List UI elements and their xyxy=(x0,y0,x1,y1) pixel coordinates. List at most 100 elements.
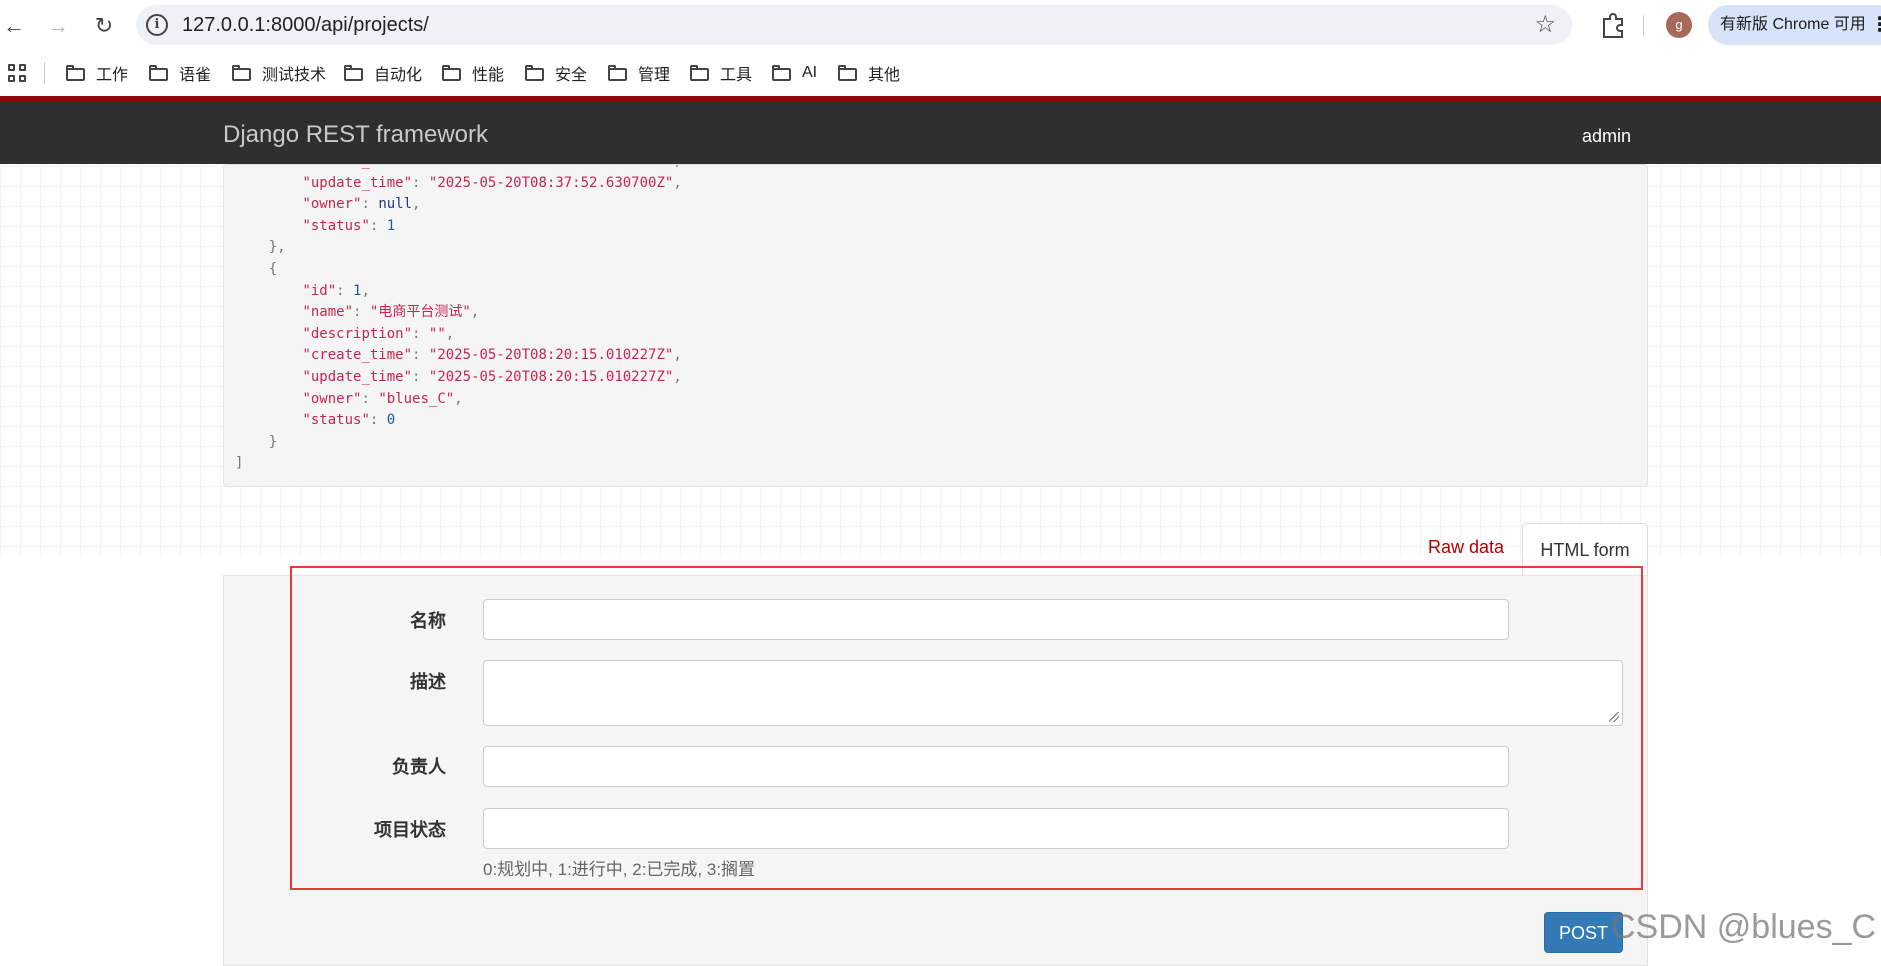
json-key: "owner" xyxy=(302,196,362,213)
owner-input[interactable] xyxy=(483,746,1509,787)
json-line: "owner": null, xyxy=(302,196,421,213)
folder-icon xyxy=(772,65,792,81)
json-line: "id": 1, xyxy=(302,282,370,299)
json-key: "description" xyxy=(302,325,413,342)
browser-toolbar: ← → ↻ i 127.0.0.1:8000/api/projects/ ☆ g… xyxy=(0,0,1881,50)
name-input[interactable] xyxy=(483,599,1509,640)
user-menu[interactable]: admin xyxy=(1582,126,1631,147)
folder-icon xyxy=(442,65,462,81)
json-punct: , xyxy=(454,390,463,407)
json-punct: } xyxy=(268,433,278,450)
back-arrow-icon[interactable]: ← xyxy=(0,12,28,40)
json-line: } xyxy=(235,432,682,454)
brand-link[interactable]: Django REST framework xyxy=(223,121,488,149)
json-key: "create_time" xyxy=(302,165,412,169)
json-line: "status": 0 xyxy=(302,412,396,429)
bookmark-folder[interactable]: 测试技术 xyxy=(232,60,326,86)
json-line: "description": "", xyxy=(302,325,455,342)
json-string: "blues_C" xyxy=(378,390,455,407)
json-punct: , xyxy=(673,165,681,169)
json-punct: } xyxy=(268,239,278,256)
extensions-icon[interactable] xyxy=(1598,10,1628,40)
json-punct: { xyxy=(268,260,278,277)
json-number: 1 xyxy=(386,217,396,234)
json-punct: , xyxy=(673,347,682,364)
page-content: Django REST framework admin "create_time… xyxy=(0,96,1881,966)
status-input[interactable] xyxy=(483,808,1509,849)
bookmarks-divider xyxy=(44,62,45,84)
json-string: "电商平台测试" xyxy=(369,304,471,321)
json-key: "status" xyxy=(302,412,370,429)
json-key: "update_time" xyxy=(302,174,413,191)
json-line: { xyxy=(235,259,682,281)
json-line: ] xyxy=(235,453,682,475)
json-string: "2025-05-20T08:37:52.630700Z" xyxy=(429,165,673,169)
json-string: "" xyxy=(428,325,446,342)
json-line: "owner": "blues_C", xyxy=(302,390,463,407)
folder-icon xyxy=(66,65,86,81)
name-label: 名称 xyxy=(410,611,446,631)
bookmarks-bar: 工作 语雀 测试技术 自动化 性能 安全 管理 工具 AI 其他 xyxy=(0,50,1881,96)
json-punct: , xyxy=(673,368,682,385)
json-key: "name" xyxy=(302,304,354,321)
folder-icon xyxy=(690,65,710,81)
watermark-text: CSDN @blues_C xyxy=(1611,908,1877,946)
bookmark-folder[interactable]: 其他 xyxy=(838,60,900,86)
address-bar[interactable]: i 127.0.0.1:8000/api/projects/ ☆ xyxy=(136,5,1572,45)
apps-grid-icon[interactable] xyxy=(8,64,26,82)
json-key: "owner" xyxy=(302,390,362,407)
json-punct: , xyxy=(445,325,455,342)
json-key: "update_time" xyxy=(302,368,413,385)
folder-icon xyxy=(525,65,545,81)
bookmark-folder[interactable]: 安全 xyxy=(525,60,587,86)
description-label: 描述 xyxy=(410,672,446,692)
status-label: 项目状态 xyxy=(374,820,446,840)
bookmark-folder[interactable]: 自动化 xyxy=(344,60,422,86)
json-line: "status": 1 xyxy=(302,217,396,234)
json-string: "2025-05-20T08:37:52.630700Z" xyxy=(428,174,674,191)
bookmark-folder[interactable]: 工具 xyxy=(690,60,752,86)
drf-navbar: Django REST framework admin xyxy=(0,96,1881,164)
json-string: "2025-05-20T08:20:15.010227Z" xyxy=(428,368,674,385)
chrome-update-button[interactable]: 有新版 Chrome 可用 ⋮ xyxy=(1708,5,1881,45)
tab-raw-data[interactable]: Raw data xyxy=(1428,537,1504,558)
tab-html-form[interactable]: HTML form xyxy=(1522,523,1648,575)
json-punct: , xyxy=(361,282,370,299)
forward-arrow-icon[interactable]: → xyxy=(44,12,72,40)
folder-icon xyxy=(232,65,252,81)
json-key: "create_time" xyxy=(302,347,413,364)
toolbar-divider xyxy=(1643,15,1644,37)
json-punct: , xyxy=(277,239,286,256)
json-line: "create_time": "2025-05-20T08:20:15.0102… xyxy=(302,347,682,364)
json-line: "update_time": "2025-05-20T08:37:52.6307… xyxy=(302,174,682,191)
profile-avatar[interactable]: g xyxy=(1666,12,1692,38)
json-key: "id" xyxy=(302,282,337,299)
bookmark-star-icon[interactable]: ☆ xyxy=(1534,10,1556,39)
bookmark-folder[interactable]: 语雀 xyxy=(149,60,211,86)
bookmark-folder[interactable]: 性能 xyxy=(442,60,504,86)
json-number: 0 xyxy=(386,412,396,429)
json-punct: , xyxy=(673,174,682,191)
json-string: "2025-05-20T08:20:15.010227Z" xyxy=(428,347,674,364)
json-line: "update_time": "2025-05-20T08:20:15.0102… xyxy=(302,368,682,385)
folder-icon xyxy=(608,65,628,81)
bookmark-folder[interactable]: 管理 xyxy=(608,60,670,86)
site-info-icon[interactable]: i xyxy=(146,14,168,36)
description-textarea[interactable] xyxy=(483,660,1623,726)
url-text[interactable]: 127.0.0.1:8000/api/projects/ xyxy=(182,14,429,37)
json-response: "create_time": "2025-05-20T08:37:52.6307… xyxy=(235,165,682,475)
reload-icon[interactable]: ↻ xyxy=(90,12,118,40)
resize-grip-icon[interactable] xyxy=(1609,712,1619,722)
bookmark-folder[interactable]: AI xyxy=(772,60,817,86)
folder-icon xyxy=(149,65,169,81)
json-key: "status" xyxy=(302,217,370,234)
json-line: "name": "电商平台测试", xyxy=(302,304,480,321)
folder-icon xyxy=(838,65,858,81)
json-punct: , xyxy=(412,196,421,213)
menu-dots-icon[interactable]: ⋮ xyxy=(1870,5,1881,45)
json-punct: ] xyxy=(235,455,244,472)
bookmark-folder[interactable]: 工作 xyxy=(66,60,128,86)
json-line: }, xyxy=(235,237,682,259)
status-help-text: 0:规划中, 1:进行中, 2:已完成, 3:搁置 xyxy=(483,860,756,879)
json-null: null xyxy=(378,196,413,213)
